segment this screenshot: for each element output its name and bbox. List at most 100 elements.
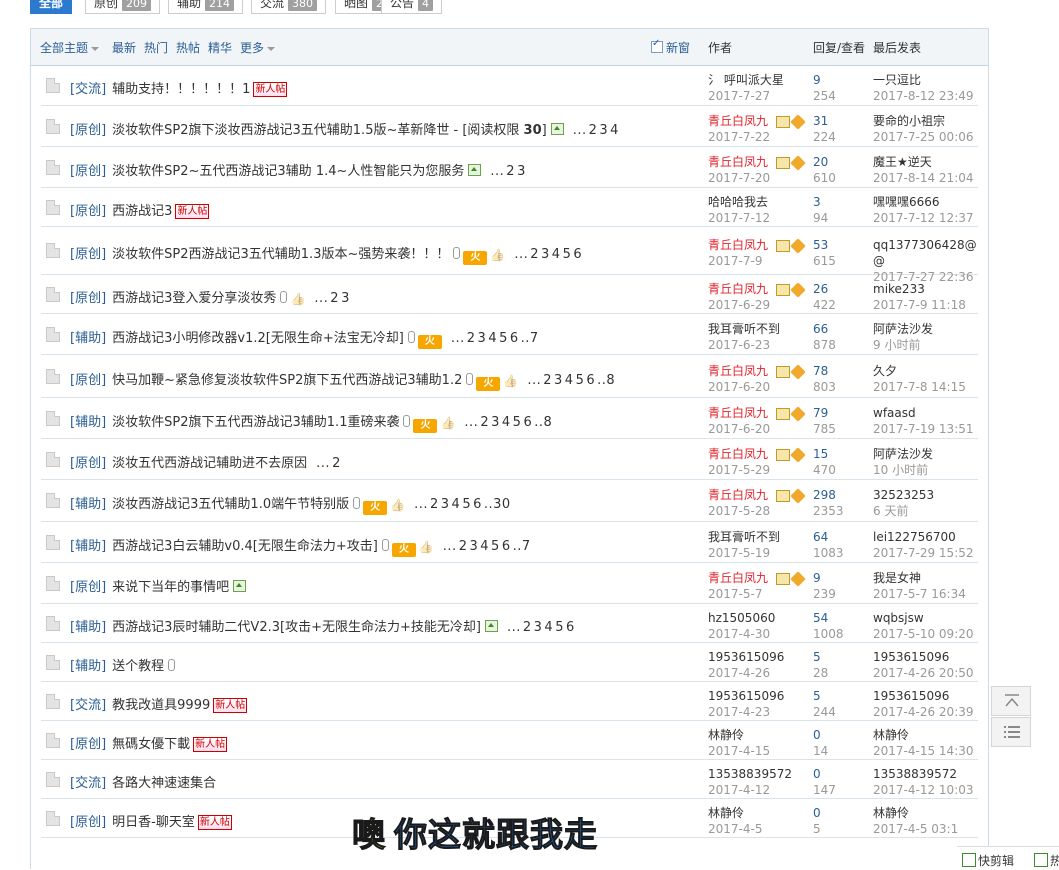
thread-category-link[interactable]: [原创]	[70, 456, 106, 471]
last-post-user-link[interactable]: 林静伶	[873, 727, 977, 743]
page-link[interactable]: 4	[565, 373, 574, 388]
author-name-link[interactable]: 1953615096	[708, 649, 813, 665]
page-link[interactable]: ...	[490, 164, 504, 179]
page-link[interactable]: 4	[480, 539, 489, 554]
page-link[interactable]: ...	[573, 123, 587, 138]
filter-hot-posts[interactable]: 热帖	[176, 39, 200, 56]
page-link[interactable]: ..8	[534, 415, 552, 430]
page-link[interactable]: 3	[517, 164, 526, 179]
thread-doc-icon[interactable]	[46, 616, 60, 631]
thread-title-link[interactable]: 淡妆软件SP2旗下五代西游战记3辅助1.1重磅来袭	[112, 415, 399, 430]
page-link[interactable]: 3	[541, 247, 550, 262]
thread-category-link[interactable]: [交流]	[70, 82, 106, 97]
thread-category-link[interactable]: [原创]	[70, 580, 106, 595]
thread-title-link[interactable]: 西游战记3登入爱分享淡妆秀	[112, 291, 276, 306]
page-link[interactable]: 2	[543, 373, 552, 388]
column-reply-view[interactable]: 回复/查看	[813, 39, 865, 56]
author-name-link[interactable]: 林静伶	[708, 727, 813, 743]
page-link[interactable]: 2	[330, 291, 339, 306]
last-post-time-link[interactable]: 2017-8-12 23:49	[873, 88, 977, 104]
thread-category-link[interactable]: [原创]	[70, 737, 106, 752]
last-post-user-link[interactable]: 嘿嘿嘿6666	[873, 194, 977, 210]
thread-title-link[interactable]: 西游战记3小明修改器v1.2[无限生命+法宝无冷却]	[112, 331, 404, 346]
thread-doc-icon[interactable]	[46, 327, 60, 342]
last-post-time-link[interactable]: 10 小时前	[873, 462, 977, 478]
page-link[interactable]: 4	[452, 497, 461, 512]
thread-category-link[interactable]: [原创]	[70, 291, 106, 306]
last-post-time-link[interactable]: 2017-8-14 21:04	[873, 170, 977, 186]
thread-doc-icon[interactable]	[46, 772, 60, 787]
last-post-time-link[interactable]: 2017-7-9 11:18	[873, 297, 977, 313]
reply-count-link[interactable]: 298	[813, 487, 871, 503]
filter-hot[interactable]: 热门	[144, 39, 168, 56]
thread-category-link[interactable]: [原创]	[70, 815, 106, 830]
page-link[interactable]: 3	[341, 291, 350, 306]
page-link[interactable]: ...	[314, 291, 328, 306]
thread-category-link[interactable]: [原创]	[70, 204, 106, 219]
thread-category-link[interactable]: [原创]	[70, 373, 106, 388]
last-post-time-link[interactable]: 2017-4-12 10:03	[873, 782, 977, 798]
thread-category-link[interactable]: [辅助]	[70, 415, 106, 430]
filter-latest[interactable]: 最新	[112, 39, 136, 56]
page-link[interactable]: 2	[523, 620, 532, 635]
thread-title-link[interactable]: 教我改道具9999	[112, 698, 210, 713]
reply-count-link[interactable]: 9	[813, 72, 871, 88]
page-link[interactable]: 2	[467, 331, 476, 346]
thread-doc-icon[interactable]	[46, 535, 60, 550]
last-post-time-link[interactable]: 2017-5-7 16:34	[873, 586, 977, 602]
thread-doc-icon[interactable]	[46, 733, 60, 748]
last-post-time-link[interactable]: 2017-4-26 20:50	[873, 665, 977, 681]
page-link[interactable]: ...	[507, 620, 521, 635]
page-link[interactable]: ...	[414, 497, 428, 512]
new-window-toggle[interactable]: 新窗	[651, 38, 690, 56]
page-link[interactable]: ...	[451, 331, 465, 346]
last-post-user-link[interactable]: 1953615096	[873, 688, 977, 704]
last-post-time-link[interactable]: 6 天前	[873, 503, 977, 519]
reply-count-link[interactable]: 0	[813, 805, 871, 821]
thread-title-link[interactable]: 淡妆五代西游战记辅助进不去原因	[112, 456, 307, 471]
reply-count-link[interactable]: 79	[813, 405, 871, 421]
reply-count-link[interactable]: 64	[813, 529, 871, 545]
page-link[interactable]: 3	[554, 373, 563, 388]
author-name-link[interactable]: 1953615096	[708, 688, 813, 704]
filter-all-topics[interactable]: 全部主题	[40, 39, 100, 56]
thread-category-link[interactable]: [原创]	[70, 164, 106, 179]
last-post-user-link[interactable]: mike233	[873, 281, 977, 297]
reply-count-link[interactable]: 0	[813, 727, 871, 743]
reply-count-link[interactable]: 78	[813, 363, 871, 379]
thread-doc-icon[interactable]	[46, 411, 60, 426]
thread-title-link[interactable]: 辅助支持！！！！！！1	[112, 82, 250, 97]
last-post-time-link[interactable]: 2017-7-29 15:52	[873, 545, 977, 561]
last-post-user-link[interactable]: 我是女神	[873, 570, 977, 586]
author-name-link[interactable]: 氵 呼叫派大星	[708, 72, 813, 88]
tab-0[interactable]: 全部	[30, 0, 73, 14]
page-link[interactable]: 4	[552, 247, 561, 262]
reply-count-link[interactable]: 5	[813, 649, 871, 665]
page-link[interactable]: 6	[473, 497, 482, 512]
thread-doc-icon[interactable]	[46, 493, 60, 508]
page-link[interactable]: 5	[563, 247, 572, 262]
author-name-link[interactable]: 林静伶	[708, 805, 813, 821]
thread-doc-icon[interactable]	[46, 200, 60, 215]
page-link[interactable]: 5	[555, 620, 564, 635]
page-link[interactable]: 3	[599, 123, 608, 138]
page-link[interactable]: 2	[480, 415, 489, 430]
page-link[interactable]: 3	[534, 620, 543, 635]
author-name-link[interactable]: 我耳膏听不到	[708, 529, 813, 545]
page-link[interactable]: 4	[544, 620, 553, 635]
last-post-user-link[interactable]: 林静伶	[873, 805, 977, 821]
last-post-time-link[interactable]: 2017-4-15 14:30	[873, 743, 977, 759]
page-link[interactable]: ..7	[521, 331, 539, 346]
thread-doc-icon[interactable]	[46, 694, 60, 709]
page-link[interactable]: 3	[469, 539, 478, 554]
page-link[interactable]: ...	[316, 456, 330, 471]
author-name-link[interactable]: hz1505060	[708, 610, 813, 626]
last-post-user-link[interactable]: qq1377306428@@	[873, 237, 977, 269]
reply-count-link[interactable]: 0	[813, 766, 871, 782]
thread-category-link[interactable]: [辅助]	[70, 497, 106, 512]
page-link[interactable]: 2	[459, 539, 468, 554]
thread-title-link[interactable]: 淡妆软件SP2西游战记3五代辅助1.3版本~强势来袭！！！	[112, 247, 449, 262]
thread-title-link[interactable]: 快马加鞭~紧急修复淡妆软件SP2旗下五代西游战记3辅助1.2	[112, 373, 462, 388]
thread-title-link[interactable]: 明日香-聊天室	[112, 815, 195, 830]
tab-1[interactable]: 原创 209	[85, 0, 161, 14]
